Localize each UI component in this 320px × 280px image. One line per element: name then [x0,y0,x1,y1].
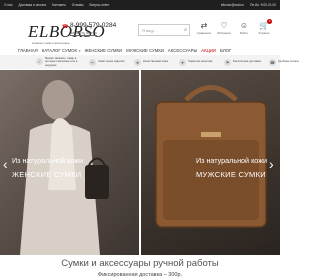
feature-item: ✓ Можно заказать товар в интернет-магази… [36,56,83,67]
compare-icon: ⇄ [200,21,208,30]
chevron-left-icon[interactable]: ‹ [3,156,8,172]
topbar-link-reviews[interactable]: Отзывы [72,3,84,7]
nav-item-accessories[interactable]: АКСЕССУАРЫ [168,48,197,53]
compare-button[interactable]: ⇄ Сравнение [196,21,212,35]
feature-text: Сами шьем изделия [98,59,125,64]
feature-text: Удобная оплата [278,59,299,64]
feature-item: ☎ Удобная оплата [269,58,308,66]
delivery-note: Фиксированная доставка – 300р. [97,272,183,278]
favorites-button[interactable]: ♡ Избранное [216,21,232,35]
star-icon: ★ [134,58,141,66]
cart-button[interactable]: 🛒 0 Корзина [256,19,272,35]
account-button[interactable]: ☺ Войти [236,21,252,35]
feature-text: Можно заказать товар в интернет-магазине… [45,56,78,67]
header-icons: ⇄ Сравнение ♡ Избранное ☺ Войти 🛒 0 Корз… [196,19,272,35]
banner-title: МУЖСКИЕ СУМКИ [196,170,266,179]
nav-item-blog[interactable]: БЛОГ [220,48,231,53]
phone-icon: ☎ [62,24,69,30]
topbar-link-contacts[interactable]: Контакты [52,3,66,7]
features-strip: ✓ Можно заказать товар в интернет-магази… [0,55,299,69]
heart-icon: ♡ [220,21,228,30]
scissors-icon: ✂ [89,58,96,66]
feature-item: ✂ Сами шьем изделия [89,58,128,66]
feature-item: ♥ Гарантия качества [179,58,218,66]
banner-women-bags[interactable]: ‹ Из натуральной кожи ЖЕНСКИЕ СУМКИ [0,70,139,255]
topbar-link-delivery[interactable]: Доставка и оплата [19,3,47,7]
cart-count-badge: 0 [267,19,272,24]
banner-subtitle: Из натуральной кожи [196,156,268,165]
topbar-hours: Пн-Вс: 9:00-21:00 [250,3,276,7]
search-icon[interactable]: ⌕ [184,27,187,33]
nav-item-catalog[interactable]: КАТАЛОГ СУМОК [42,48,77,53]
cart-label: Корзина [258,31,270,35]
search-placeholder: Я ищу... [142,27,157,33]
search-input[interactable]: Я ищу... ⌕ [138,24,190,36]
feature-text: Бесплатная доставка [233,59,261,64]
topbar-link-faq[interactable]: Вопрос-ответ [89,3,109,7]
section-heading: Сумки и аксессуары ручной работы [61,258,219,269]
topbar-link-about[interactable]: О нас [4,3,13,7]
phone-icon: ☎ [269,58,276,66]
logo-tagline: кожаные сумки и аксессуары [32,41,70,45]
feature-text: Качественная кожа [143,59,168,64]
chevron-down-icon: ▾ [79,48,81,53]
heart-icon: ♥ [179,58,186,66]
top-bar: О нас Доставка и оплата Контакты Отзывы … [0,0,280,10]
nav-item-women[interactable]: ЖЕНСКИЕ СУМКИ [85,48,123,53]
chevron-right-icon[interactable]: › [269,156,274,172]
nav-item-men[interactable]: МУЖСКИЕ СУМКИ [126,48,164,53]
banner-subtitle: Из натуральной кожи [12,156,84,165]
phone-number[interactable]: 8-999-579-0284 [70,22,116,29]
main-nav: ГЛАВНАЯ КАТАЛОГ СУМОК ▾ ЖЕНСКИЕ СУМКИ МУ… [0,46,280,55]
nav-item-sale[interactable]: АКЦИИ [201,48,216,53]
nav-item-home[interactable]: ГЛАВНАЯ [18,48,38,53]
account-label: Войти [240,31,248,35]
callback-link[interactable]: Заказать звонок [70,31,97,35]
feature-text: Гарантия качества [188,59,213,64]
site-header: ELBORSO кожаные сумки и аксессуары ☎ 8-9… [0,10,280,46]
flag-icon: ⚑ [224,58,231,66]
favorites-label: Избранное [216,31,232,35]
banner-men-bags[interactable]: › Из натуральной кожи МУЖСКИЕ СУМКИ [141,70,280,255]
banner-title: ЖЕНСКИЕ СУМКИ [12,170,82,179]
compare-label: Сравнение [196,31,212,35]
feature-item: ⚑ Бесплатная доставка [224,58,263,66]
topbar-email[interactable]: elborso@mail.ru [221,3,244,7]
user-icon: ☺ [239,21,249,30]
check-icon: ✓ [36,58,43,66]
feature-item: ★ Качественная кожа [134,58,173,66]
